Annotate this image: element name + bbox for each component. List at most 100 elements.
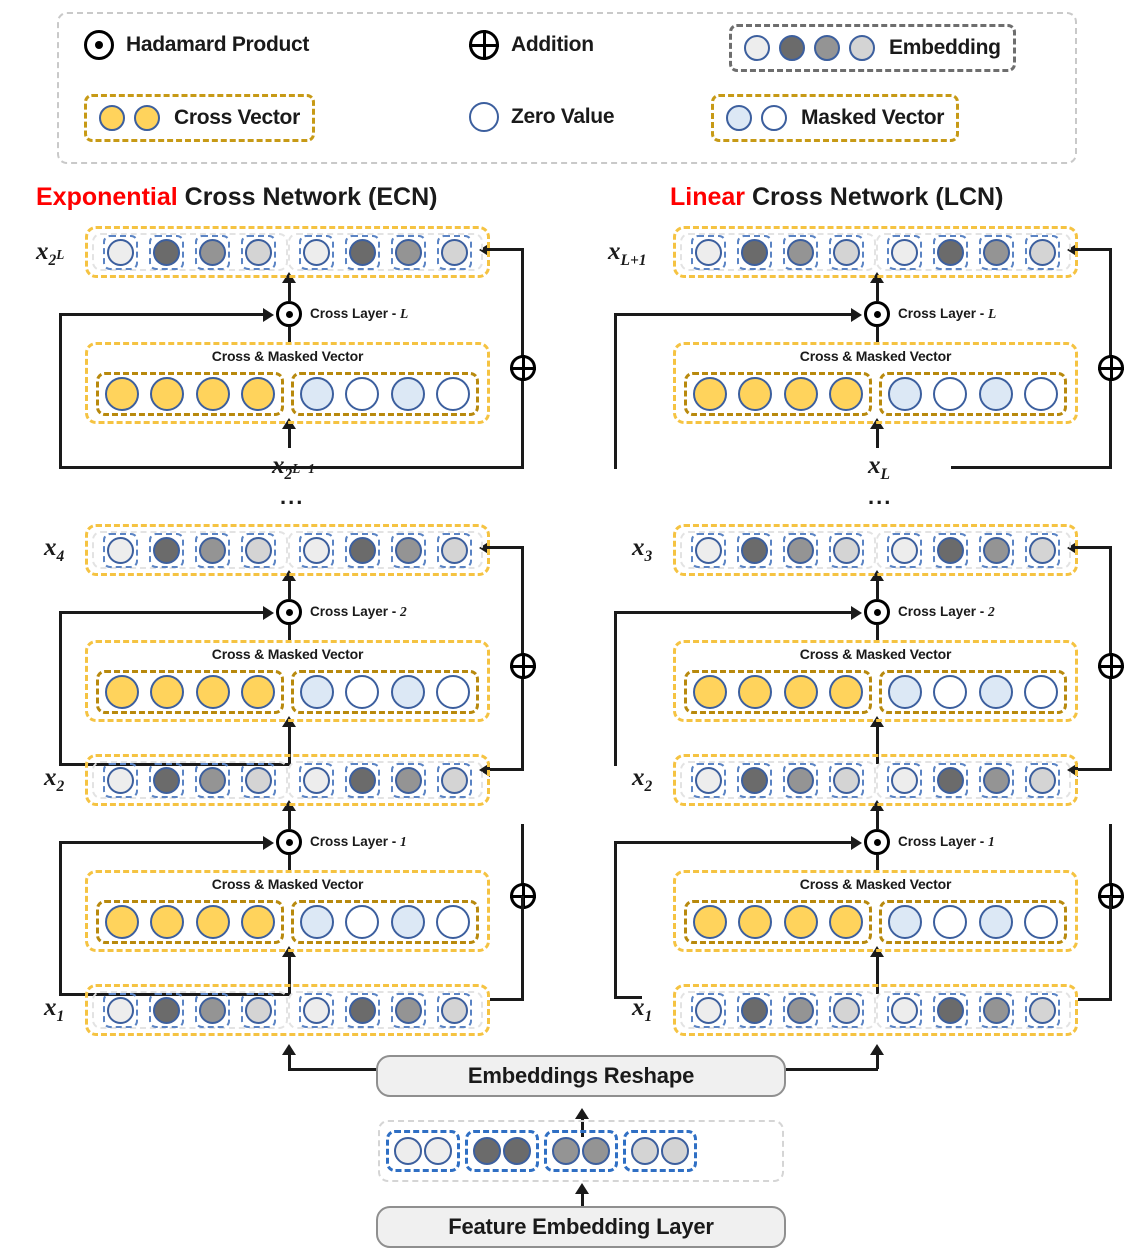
ecn-vector-row-base xyxy=(85,984,490,1036)
ecn-feedback-arrow-L xyxy=(263,308,274,322)
ecn-cross-masked-vector-2: Cross & Masked Vector xyxy=(85,640,490,722)
embedding-cell xyxy=(978,762,1014,798)
embedding-dot-icon xyxy=(440,996,468,1024)
embedding-cell xyxy=(978,234,1014,270)
cross-vector-group xyxy=(684,372,872,416)
hadamard-product-icon xyxy=(276,829,302,855)
lcn-vector-row-mid xyxy=(673,524,1078,576)
embedding-cell xyxy=(390,992,426,1028)
cross-vector-dot-icon xyxy=(783,675,818,709)
ecn-residual-hline-L xyxy=(490,248,524,251)
masked-vector-dot-icon xyxy=(436,377,471,411)
embedding-dot-icon xyxy=(107,766,135,794)
feature-embedding-dot-icon xyxy=(394,1137,422,1165)
hadamard-product-icon xyxy=(84,30,114,60)
embedding-dot-icon xyxy=(1028,996,1056,1024)
embedding-cell xyxy=(783,234,819,270)
cross-vector-dot-icon xyxy=(692,377,727,411)
ecn-title-highlight: Exponential xyxy=(36,183,178,211)
lcn-cross-layer-caption-1: Cross Layer - 1 xyxy=(898,834,995,849)
cross-vector-dot-icon xyxy=(104,675,139,709)
feature-embedding-dot-icon xyxy=(424,1137,452,1165)
legend-item-cross-vector: Cross Vector xyxy=(84,94,315,142)
masked-vector-dot-icon xyxy=(390,905,425,939)
feature-field-group xyxy=(386,1130,460,1172)
addition-icon xyxy=(510,355,536,381)
addition-icon xyxy=(510,653,536,679)
embedding-dot-icon xyxy=(936,766,964,794)
ecn-label-base: x1 xyxy=(44,994,65,1025)
embeddings-reshape-button[interactable]: Embeddings Reshape xyxy=(376,1055,786,1097)
lcn-feedback-arrow-L xyxy=(851,308,862,322)
masked-vector-dot-icon xyxy=(978,675,1013,709)
feature-embedding-dot-icon xyxy=(552,1137,580,1165)
embedding-dot-icon xyxy=(741,766,769,794)
embedding-cell xyxy=(195,532,231,568)
addition-icon xyxy=(1098,653,1124,679)
masked-vector-dot-icon xyxy=(345,905,380,939)
vector-half xyxy=(287,991,483,1029)
lcn-vector-row-top xyxy=(673,226,1078,278)
embedding-dot-icon xyxy=(787,536,815,564)
embedding-cell xyxy=(932,762,968,798)
masked-vector-dot-icon xyxy=(390,377,425,411)
legend-label-addition: Addition xyxy=(511,33,594,56)
embedding-cell xyxy=(241,532,277,568)
masked-vector-dot-icon xyxy=(1024,675,1059,709)
embedding-cell xyxy=(195,992,231,1028)
ecn-cmv-to-had-L xyxy=(288,327,291,342)
vector-half xyxy=(287,531,483,569)
masked-vector-group xyxy=(879,670,1067,714)
masked-vector-dot-icon xyxy=(1024,377,1059,411)
masked-vector-dot-icon xyxy=(978,905,1013,939)
embedding-cell xyxy=(829,762,865,798)
feature-field-group xyxy=(465,1130,539,1172)
embedding-dot-icon xyxy=(890,996,918,1024)
cross-vector-dot-icon xyxy=(150,905,185,939)
masked-vector-dot-icon xyxy=(436,905,471,939)
legend-item-masked-vector: Masked Vector xyxy=(711,94,960,142)
embedding-cell xyxy=(390,234,426,270)
embedding-cell xyxy=(298,234,334,270)
lcn-cmv-to-had-2 xyxy=(876,625,879,640)
embedding-dot-icon xyxy=(982,238,1010,266)
vector-half xyxy=(680,531,876,569)
ecn-label-mid: x4 xyxy=(44,534,65,565)
cmv-label: Cross & Masked Vector xyxy=(799,348,952,364)
embedding-dot-icon xyxy=(348,766,376,794)
vector-half xyxy=(875,531,1071,569)
embedding-dot-icon xyxy=(394,238,422,266)
embedding-dot-icon xyxy=(695,766,723,794)
embedding-dot-icon xyxy=(982,766,1010,794)
embedding-cell xyxy=(241,762,277,798)
lcn-residual-line-2 xyxy=(1109,546,1112,666)
embedding-dot-icon xyxy=(936,996,964,1024)
embedding-cell xyxy=(691,992,727,1028)
ecn-residual-in-2 xyxy=(490,768,524,771)
ecn-reshape-arrow xyxy=(282,1044,296,1055)
embedding-cell xyxy=(1024,992,1060,1028)
embedding-dot-icon xyxy=(245,536,273,564)
lcn-reshape-hline xyxy=(786,1068,878,1071)
embedding-dot-icon xyxy=(199,766,227,794)
lcn-cross-masked-vector-L: Cross & Masked Vector xyxy=(673,342,1078,424)
ecn-feedback-tohad-1 xyxy=(59,841,264,844)
feature-embedding-dot-icon xyxy=(473,1137,501,1165)
lcn-residual-line-1b xyxy=(1109,896,1112,1000)
embedding-cell xyxy=(691,234,727,270)
vector-half xyxy=(92,531,288,569)
embedding-cell xyxy=(298,532,334,568)
feature-embedding-layer-button[interactable]: Feature Embedding Layer xyxy=(376,1206,786,1248)
ecn-cross-layer-caption-1: Cross Layer - 1 xyxy=(310,834,407,849)
legend-label-zero-value: Zero Value xyxy=(511,105,615,128)
ecn-feedback-arrow-1 xyxy=(263,836,274,850)
lcn-residual-line-2b xyxy=(1109,666,1112,770)
embedding-dot-icon xyxy=(890,238,918,266)
addition-icon xyxy=(1098,355,1124,381)
ecn-label-top: x2L xyxy=(36,238,65,269)
embedding-cell xyxy=(149,532,185,568)
embedding-cell xyxy=(149,234,185,270)
femb-input-arrow xyxy=(575,1183,589,1194)
cross-vector-dot-icon xyxy=(829,675,864,709)
embedding-cell xyxy=(932,532,968,568)
